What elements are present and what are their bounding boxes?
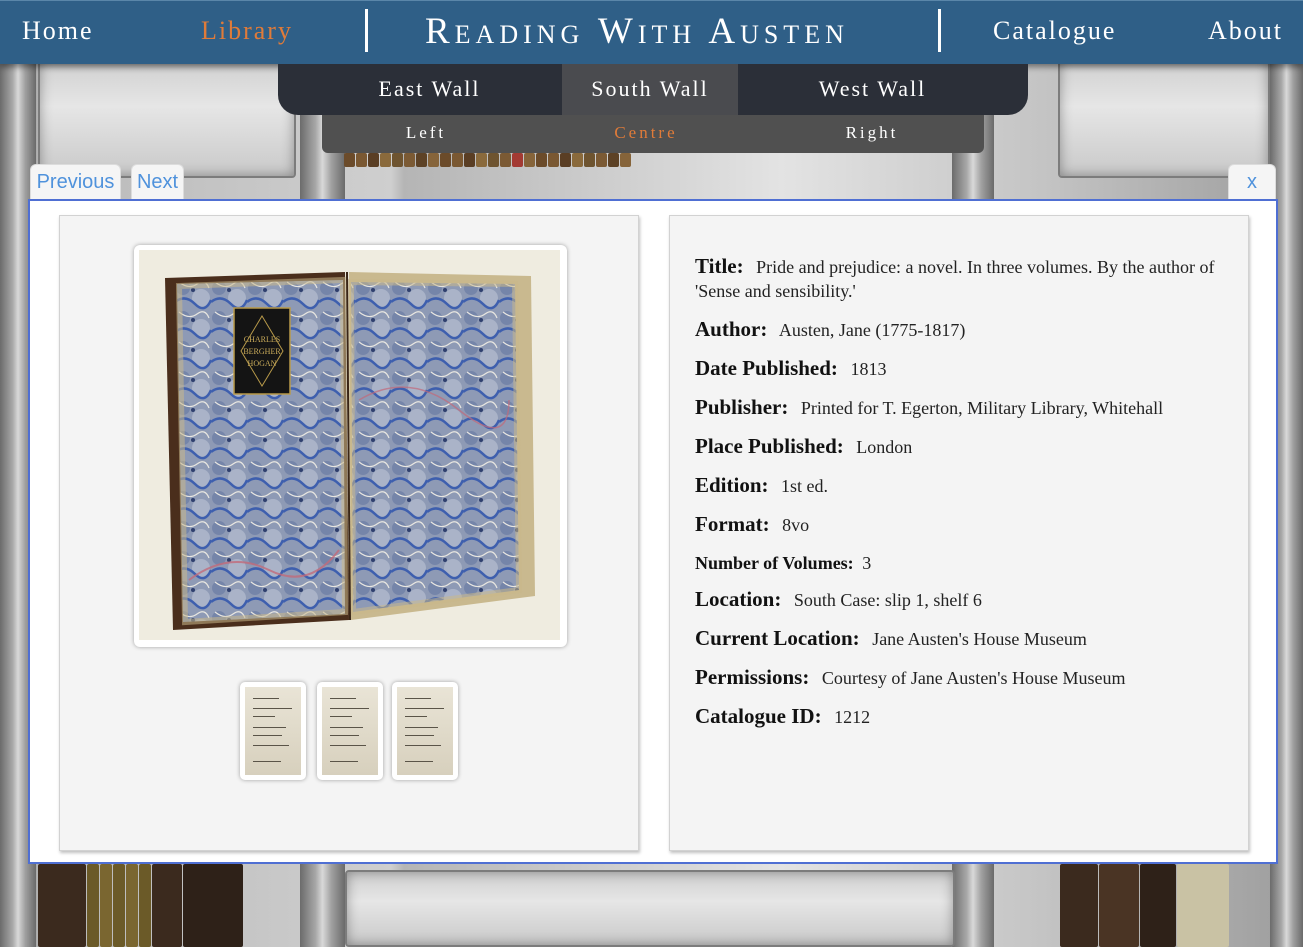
wall-tabs: East Wall South Wall West Wall xyxy=(278,64,1028,115)
title-row: Title: Pride and prejudice: a novel. In … xyxy=(695,254,1223,303)
date-value: 1813 xyxy=(850,359,887,379)
details-panel: Title: Pride and prejudice: a novel. In … xyxy=(669,215,1249,851)
bookplate-line-1: CHARLES xyxy=(244,335,280,344)
publisher-label: Publisher: xyxy=(695,395,789,419)
title-page-image xyxy=(245,687,301,775)
main-book-photo[interactable]: CHARLES BERGHER HOGAN xyxy=(134,245,567,647)
thumbnail-volume-2[interactable] xyxy=(317,682,383,780)
date-row: Date Published: 1813 xyxy=(695,356,1223,381)
shelf-books xyxy=(1060,864,1230,947)
marbled-endpaper-illustration: CHARLES BERGHER HOGAN xyxy=(139,250,560,640)
place-label: Place Published: xyxy=(695,434,844,458)
format-row: Format: 8vo xyxy=(695,512,1223,537)
format-value: 8vo xyxy=(782,515,810,535)
format-label: Format: xyxy=(695,512,770,536)
tab-east-wall[interactable]: East Wall xyxy=(338,64,521,115)
section-tabs: Left Centre Right xyxy=(322,115,984,153)
thumbnail-volume-1[interactable] xyxy=(240,682,306,780)
publisher-value: Printed for T. Egerton, Military Library… xyxy=(800,398,1164,418)
open-book-image: CHARLES BERGHER HOGAN xyxy=(139,250,560,640)
location-label: Location: xyxy=(695,587,782,611)
nav-home-link[interactable]: Home xyxy=(22,16,94,46)
volumes-label: Number of Volumes: xyxy=(695,553,854,573)
image-panel: CHARLES BERGHER HOGAN xyxy=(59,215,639,851)
permissions-label: Permissions: xyxy=(695,665,810,689)
previous-button[interactable]: Previous xyxy=(30,164,121,200)
tab-centre-section[interactable]: Centre xyxy=(588,115,704,153)
location-row: Location: South Case: slip 1, shelf 6 xyxy=(695,587,1223,612)
tab-south-wall[interactable]: South Wall xyxy=(562,64,738,115)
shelf-books xyxy=(38,864,244,947)
nav-about-link[interactable]: About xyxy=(1208,16,1283,46)
title-label: Title: xyxy=(695,254,744,278)
book-detail-modal: CHARLES BERGHER HOGAN Title: Pride and p… xyxy=(28,199,1278,864)
tab-west-wall[interactable]: West Wall xyxy=(780,64,965,115)
cabinet-panel xyxy=(38,58,296,178)
nav-divider xyxy=(365,9,368,52)
site-title[interactable]: Reading With Austen xyxy=(425,10,849,53)
publisher-row: Publisher: Printed for T. Egerton, Milit… xyxy=(695,395,1223,420)
shelf-books xyxy=(344,153,632,167)
edition-label: Edition: xyxy=(695,473,769,497)
author-label: Author: xyxy=(695,317,768,341)
edition-value: 1st ed. xyxy=(781,476,829,496)
nav-catalogue-link[interactable]: Catalogue xyxy=(993,16,1116,46)
tab-right-section[interactable]: Right xyxy=(814,115,930,153)
bookplate-line-3: HOGAN xyxy=(248,359,277,368)
bookplate-line-2: BERGHER xyxy=(243,347,281,356)
permissions-value: Courtesy of Jane Austen's House Museum xyxy=(821,668,1126,688)
permissions-row: Permissions: Courtesy of Jane Austen's H… xyxy=(695,665,1223,690)
top-navigation: Home Library Reading With Austen Catalog… xyxy=(0,0,1303,64)
nav-library-link[interactable]: Library xyxy=(201,16,293,46)
current-location-row: Current Location: Jane Austen's House Mu… xyxy=(695,626,1223,651)
title-page-image xyxy=(397,687,453,775)
place-row: Place Published: London xyxy=(695,434,1223,459)
volumes-value: 3 xyxy=(862,553,872,573)
author-value: Austen, Jane (1775-1817) xyxy=(778,320,966,340)
thumbnail-volume-3[interactable] xyxy=(392,682,458,780)
volumes-row: Number of Volumes: 3 xyxy=(695,551,1223,575)
author-row: Author: Austen, Jane (1775-1817) xyxy=(695,317,1223,342)
current-location-label: Current Location: xyxy=(695,626,860,650)
catalogue-id-row: Catalogue ID: 1212 xyxy=(695,704,1223,729)
date-label: Date Published: xyxy=(695,356,838,380)
place-value: London xyxy=(856,437,913,457)
catalogue-id-value: 1212 xyxy=(834,707,871,727)
next-button[interactable]: Next xyxy=(131,164,184,200)
tab-left-section[interactable]: Left xyxy=(368,115,484,153)
nav-divider xyxy=(938,9,941,52)
title-page-image xyxy=(322,687,378,775)
catalogue-id-label: Catalogue ID: xyxy=(695,704,822,728)
current-location-value: Jane Austen's House Museum xyxy=(872,629,1087,649)
edition-row: Edition: 1st ed. xyxy=(695,473,1223,498)
location-value: South Case: slip 1, shelf 6 xyxy=(793,590,982,610)
close-button[interactable]: x xyxy=(1228,164,1276,200)
cabinet-panel xyxy=(345,870,955,947)
title-value: Pride and prejudice: a novel. In three v… xyxy=(695,257,1215,301)
cabinet-panel xyxy=(1058,58,1270,178)
